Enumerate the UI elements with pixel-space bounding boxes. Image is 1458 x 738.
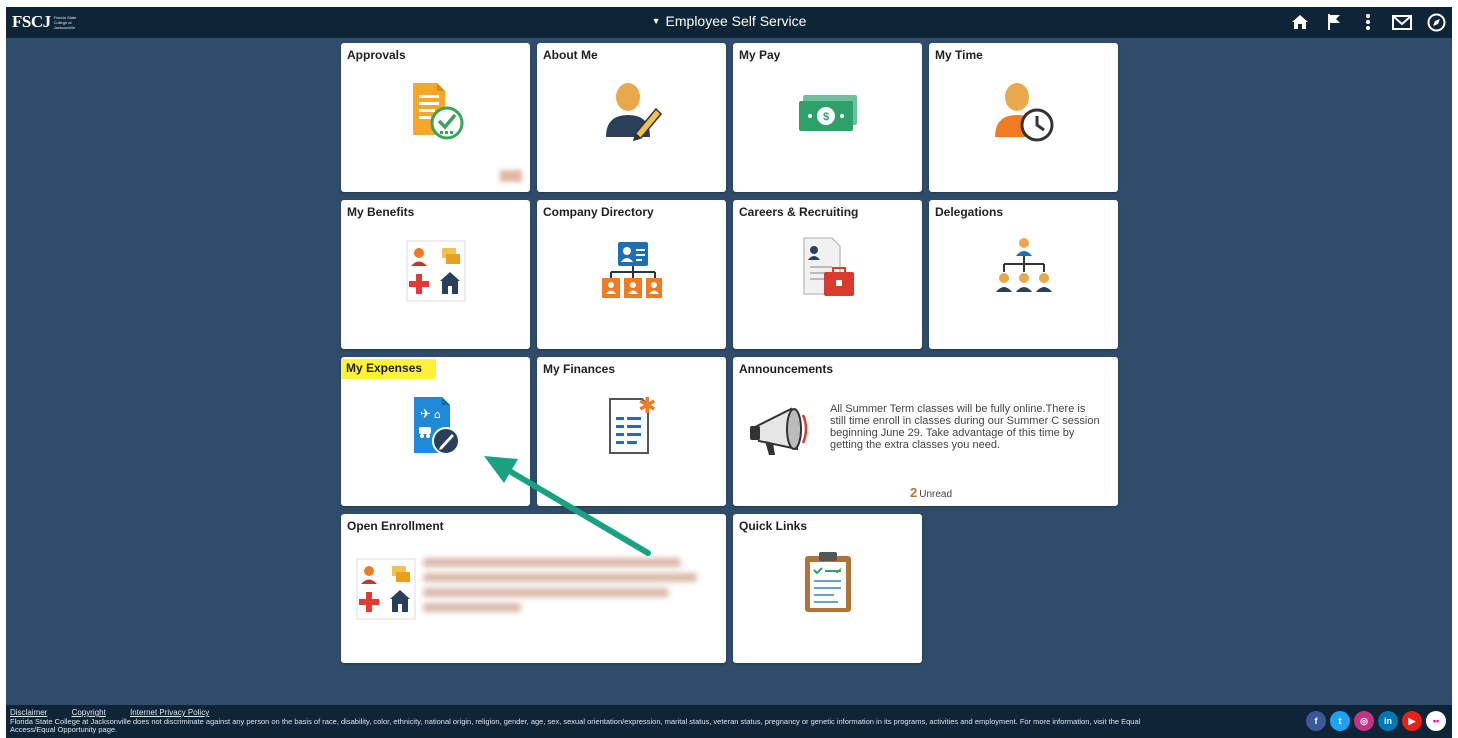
linkedin-glyph: in <box>1384 716 1392 726</box>
clipboard-icon: ✔ <box>802 550 854 619</box>
home-icon[interactable] <box>1290 12 1310 32</box>
finances-icon: ✱ <box>602 393 662 460</box>
instagram-icon[interactable]: ◎ <box>1354 711 1374 731</box>
instagram-glyph: ◎ <box>1360 715 1368 726</box>
svg-text:$: $ <box>822 111 828 123</box>
tile-title: Careers & Recruiting <box>739 205 859 219</box>
tile-title-highlighted: My Expenses <box>341 359 437 379</box>
disclaimer-link[interactable]: Disclaimer <box>10 708 47 717</box>
tile-title: Approvals <box>347 48 406 62</box>
tile-my-pay[interactable]: My Pay $ <box>733 43 922 192</box>
flag-icon[interactable] <box>1324 12 1344 32</box>
tile-delegations[interactable]: Delegations <box>929 200 1118 349</box>
unread-count: 2 Unread <box>910 485 952 500</box>
twitter-glyph: t <box>1338 716 1342 726</box>
facebook-glyph: f <box>1314 716 1318 726</box>
unread-number: 2 <box>910 485 918 500</box>
benefits-icon <box>406 240 466 307</box>
social-links: f t ◎ in ▶ •• <box>1306 711 1446 731</box>
tile-my-time[interactable]: My Time <box>929 43 1118 192</box>
tile-my-benefits[interactable]: My Benefits <box>341 200 530 349</box>
youtube-glyph: ▶ <box>1408 715 1416 726</box>
privacy-policy-link[interactable]: Internet Privacy Policy <box>130 708 209 717</box>
homepage-selector[interactable]: ▼ Employee Self Service <box>6 13 1452 29</box>
app-frame: FSCJ Florida State College at Jacksonvil… <box>6 7 1452 738</box>
tile-title: Quick Links <box>739 519 808 533</box>
tile-title: Announcements <box>739 362 834 376</box>
announcement-text: All Summer Term classes will be fully on… <box>830 403 1100 451</box>
twitter-icon[interactable]: t <box>1330 711 1350 731</box>
top-banner: FSCJ Florida State College at Jacksonvil… <box>6 7 1452 38</box>
more-vertical-icon[interactable] <box>1358 12 1378 32</box>
tile-careers-recruiting[interactable]: Careers & Recruiting <box>733 200 922 349</box>
tile-title: My Pay <box>739 48 781 62</box>
copyright-link[interactable]: Copyright <box>72 708 106 717</box>
tile-title: About Me <box>543 48 598 62</box>
expenses-icon: ✈ ⌂ <box>406 393 466 462</box>
flickr-icon[interactable]: •• <box>1426 711 1446 731</box>
megaphone-icon <box>747 401 811 468</box>
page-title: Employee Self Service <box>665 13 807 29</box>
blurred-count <box>500 170 522 182</box>
svg-text:⌂: ⌂ <box>434 408 441 421</box>
tile-title: Open Enrollment <box>347 519 444 533</box>
header-actions <box>1290 12 1446 32</box>
tile-announcements[interactable]: Announcements All Summer Term classes wi… <box>733 357 1118 506</box>
org-chart-icon <box>994 236 1054 303</box>
tile-title: Company Directory <box>543 205 654 219</box>
youtube-icon[interactable]: ▶ <box>1402 711 1422 731</box>
annotation-arrow <box>484 456 651 556</box>
tile-approvals[interactable]: Approvals <box>341 43 530 192</box>
tile-about-me[interactable]: About Me <box>537 43 726 192</box>
svg-text:✱: ✱ <box>638 394 656 419</box>
svg-text:✈: ✈ <box>420 407 431 422</box>
facebook-icon[interactable]: f <box>1306 711 1326 731</box>
blurred-enrollment-text <box>423 558 703 612</box>
money-icon: $ <box>797 93 859 138</box>
person-edit-icon <box>600 79 664 148</box>
linkedin-icon[interactable]: in <box>1378 711 1398 731</box>
tile-my-expenses[interactable]: My Expenses ✈ ⌂ <box>341 357 530 506</box>
tile-company-directory[interactable]: Company Directory <box>537 200 726 349</box>
svg-text:✔: ✔ <box>835 567 843 577</box>
tile-title: My Finances <box>543 362 616 376</box>
benefits-icon <box>356 558 416 625</box>
nondiscrimination-notice: Florida State College at Jacksonville do… <box>10 717 1141 734</box>
directory-icon <box>601 240 663 307</box>
tile-my-finances[interactable]: My Finances ✱ <box>537 357 726 506</box>
approvals-icon <box>405 79 467 148</box>
tile-quick-links[interactable]: Quick Links ✔ <box>733 514 922 663</box>
caret-down-icon: ▼ <box>651 16 661 26</box>
tile-title: My Time <box>935 48 983 62</box>
unread-label: Unread <box>919 489 953 500</box>
mail-icon[interactable] <box>1392 12 1412 32</box>
navbar-compass-icon[interactable] <box>1426 12 1446 32</box>
tile-open-enrollment[interactable]: Open Enrollment <box>341 514 726 663</box>
footer-links: Disclaimer Copyright Internet Privacy Po… <box>10 708 231 717</box>
resume-briefcase-icon <box>798 236 858 305</box>
tile-title: Delegations <box>935 205 1004 219</box>
person-clock-icon <box>993 79 1055 148</box>
flickr-glyph: •• <box>1432 716 1440 726</box>
tile-title: My Benefits <box>347 205 415 219</box>
footer: Disclaimer Copyright Internet Privacy Po… <box>6 705 1452 738</box>
